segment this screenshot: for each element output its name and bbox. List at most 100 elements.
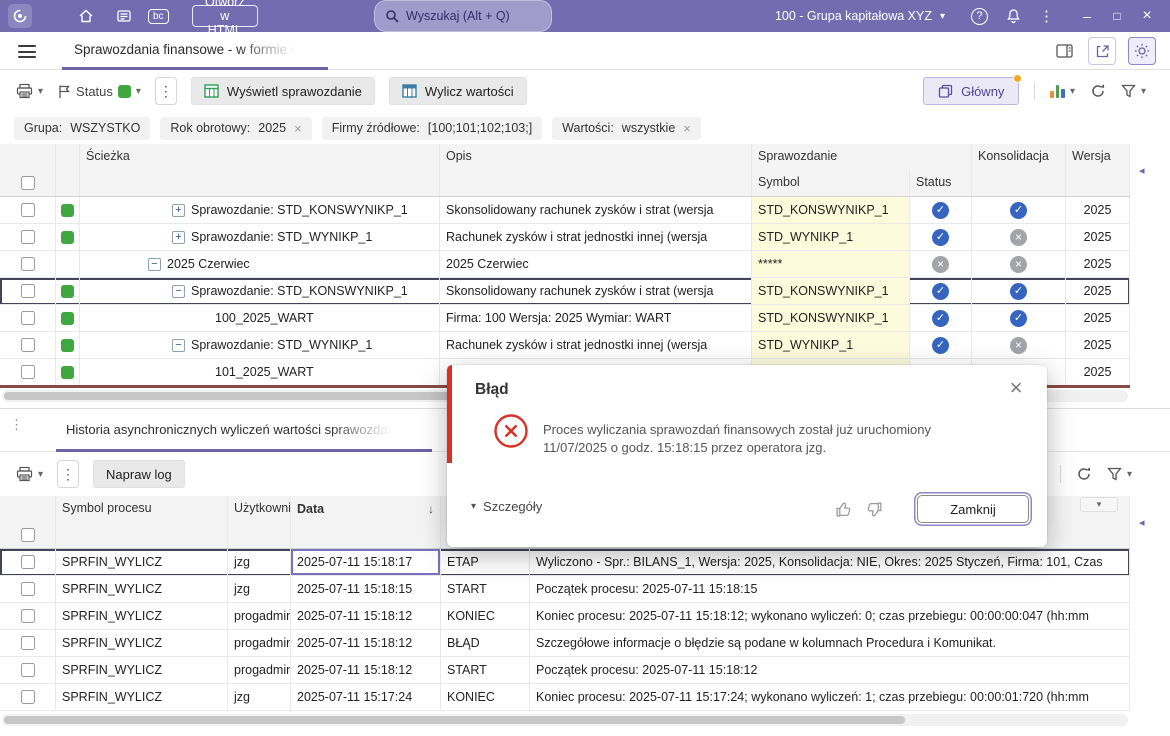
- filter-chip-firmy-zrodlowe[interactable]: Firmy źródłowe: [100;101;102;103;]: [321, 116, 543, 140]
- notifications-bell-icon[interactable]: [1006, 8, 1021, 24]
- tree-expander-icon[interactable]: [172, 284, 185, 298]
- bc-module-icon[interactable]: bc: [148, 8, 169, 24]
- main-view-button[interactable]: Główny: [923, 74, 1023, 105]
- row-checkbox[interactable]: [20, 582, 35, 596]
- row-checkbox[interactable]: [20, 365, 35, 379]
- column-header-opis[interactable]: Opis: [440, 144, 752, 170]
- table-row[interactable]: Sprawozdanie: STD_WYNIKP_1 Rachunek zysk…: [0, 332, 1130, 359]
- chart-view-button[interactable]: ▾: [1050, 84, 1075, 98]
- row-checkbox[interactable]: [20, 663, 35, 677]
- column-header-sprawozdanie[interactable]: Sprawozdanie: [752, 144, 972, 170]
- log-row[interactable]: SPRFIN_WYLICZ progadmin 2025-07-11 15:18…: [0, 603, 1130, 630]
- window-minimize-button[interactable]: –: [1072, 0, 1102, 32]
- date-cell: 2025-07-11 15:18:17: [291, 549, 441, 576]
- layout-panel-icon[interactable]: [1052, 39, 1076, 63]
- tab-sprawozdania-finansowe[interactable]: Sprawozdania finansowe - w formie d: [62, 32, 328, 70]
- thumbs-down-icon[interactable]: [866, 501, 883, 521]
- window-close-button[interactable]: ×: [1132, 0, 1162, 32]
- row-checkbox[interactable]: [20, 284, 35, 298]
- print-button[interactable]: ▾: [16, 466, 43, 482]
- log-row[interactable]: SPRFIN_WYLICZ jzg 2025-07-11 15:18:15 ST…: [0, 576, 1130, 603]
- row-checkbox[interactable]: [20, 636, 35, 650]
- window-maximize-button[interactable]: □: [1102, 0, 1132, 32]
- log-row[interactable]: SPRFIN_WYLICZ progadmin 2025-07-11 15:18…: [0, 630, 1130, 657]
- tree-expander-icon[interactable]: [172, 230, 185, 244]
- remove-filter-icon[interactable]: ×: [294, 121, 302, 136]
- select-all-checkbox[interactable]: [20, 176, 35, 190]
- show-report-button[interactable]: Wyświetl sprawozdanie: [190, 77, 375, 105]
- copy-squares-icon: [938, 84, 953, 98]
- filter-chip-rok-obrotowy[interactable]: Rok obrotowy: 2025 ×: [160, 116, 312, 140]
- search-input[interactable]: Wyszukaj (Alt + Q): [374, 0, 552, 32]
- row-checkbox[interactable]: [20, 230, 35, 244]
- filter-chip-grupa[interactable]: Grupa: WSZYSTKO: [14, 116, 151, 140]
- dialog-close-icon[interactable]: ×: [1003, 375, 1029, 401]
- row-checkbox[interactable]: [20, 257, 35, 271]
- process-cell: SPRFIN_WYLICZ: [56, 576, 228, 603]
- row-checkbox[interactable]: [20, 311, 35, 325]
- share-icon[interactable]: [1088, 37, 1116, 65]
- tree-expander-icon[interactable]: [172, 203, 185, 217]
- collapse-panel-left-icon[interactable]: ◂: [1139, 516, 1145, 529]
- table-row[interactable]: Sprawozdanie: STD_KONSWYNIKP_1 Skonsolid…: [0, 278, 1130, 305]
- log-row[interactable]: SPRFIN_WYLICZ progadmin 2025-07-11 15:18…: [0, 657, 1130, 684]
- column-header-sciezka[interactable]: Ścieżka: [80, 144, 440, 170]
- more-actions-kebab[interactable]: ⋮: [154, 77, 177, 105]
- details-expander[interactable]: ▾ Szczegóły: [471, 499, 542, 514]
- drag-handle-icon[interactable]: ⋮: [10, 418, 23, 431]
- log-row[interactable]: SPRFIN_WYLICZ jzg 2025-07-11 15:18:17 ET…: [0, 549, 1130, 576]
- dialog-close-button[interactable]: Zamknij: [917, 495, 1029, 523]
- company-selector[interactable]: 100 - Grupa kapitałowa XYZ ▾: [775, 9, 945, 23]
- row-checkbox[interactable]: [20, 338, 35, 352]
- row-checkbox[interactable]: [20, 203, 35, 217]
- calculate-values-button[interactable]: Wylicz wartości: [388, 77, 527, 105]
- open-in-html-button[interactable]: Otwórz w HTML: [192, 0, 258, 37]
- log-grid-horizontal-scrollbar[interactable]: [2, 714, 1128, 726]
- collapse-panel-button[interactable]: ▾: [1080, 497, 1118, 512]
- app-logo-icon[interactable]: [8, 4, 32, 28]
- thumbs-up-icon[interactable]: [835, 501, 852, 521]
- tree-expander-icon[interactable]: [172, 338, 185, 352]
- more-actions-kebab[interactable]: ⋮: [57, 460, 80, 488]
- row-checkbox[interactable]: [20, 609, 35, 623]
- tree-expander-icon[interactable]: [148, 257, 161, 271]
- row-checkbox[interactable]: [20, 690, 35, 704]
- grid-settings-button[interactable]: ▾: [1121, 84, 1146, 98]
- remove-filter-icon[interactable]: ×: [683, 121, 691, 136]
- column-header-wersja[interactable]: Wersja: [1066, 144, 1130, 170]
- column-header-uzytkownik[interactable]: Użytkownik: [228, 496, 291, 522]
- filter-bar: Grupa: WSZYSTKO Rok obrotowy: 2025 × Fir…: [0, 112, 1170, 144]
- tab-historia-wyliczen[interactable]: Historia asynchronicznych wyliczeń warto…: [56, 409, 432, 452]
- stage-cell: ETAP: [441, 549, 530, 576]
- help-icon[interactable]: ?: [971, 7, 988, 25]
- select-all-checkbox[interactable]: [20, 528, 35, 542]
- status-icon: [932, 228, 949, 246]
- refresh-button[interactable]: [1090, 83, 1106, 99]
- refresh-button[interactable]: [1076, 466, 1092, 482]
- column-header-konsolidacja[interactable]: Konsolidacja: [972, 144, 1066, 170]
- process-cell: SPRFIN_WYLICZ: [56, 684, 228, 711]
- column-header-symbol[interactable]: Symbol: [752, 170, 910, 196]
- main-view-label: Główny: [961, 83, 1005, 99]
- table-row[interactable]: 100_2025_WART Firma: 100 Wersja: 2025 Wy…: [0, 305, 1130, 332]
- table-row[interactable]: Sprawozdanie: STD_WYNIKP_1 Rachunek zysk…: [0, 224, 1130, 251]
- print-button[interactable]: ▾: [16, 83, 43, 99]
- home-icon[interactable]: [74, 4, 98, 28]
- fix-log-button[interactable]: Napraw log: [93, 460, 185, 488]
- status-filter-button[interactable]: Status ▾: [57, 84, 141, 99]
- hamburger-menu-icon[interactable]: [18, 45, 36, 62]
- process-cell: SPRFIN_WYLICZ: [56, 603, 228, 630]
- table-row[interactable]: Sprawozdanie: STD_KONSWYNIKP_1 Skonsolid…: [0, 197, 1130, 224]
- news-icon[interactable]: [112, 4, 136, 28]
- filter-chip-wartosci[interactable]: Wartości: wszystkie ×: [552, 116, 701, 140]
- kebab-menu-icon[interactable]: ⋮: [1039, 7, 1054, 25]
- collapse-panel-left-icon[interactable]: ◂: [1139, 164, 1145, 177]
- column-header-data[interactable]: Data ↓: [291, 496, 441, 522]
- table-row[interactable]: 2025 Czerwiec 2025 Czerwiec ***** 2025: [0, 251, 1130, 278]
- column-header-symbol-procesu[interactable]: Symbol procesu: [56, 496, 228, 522]
- grid-settings-button[interactable]: ▾: [1107, 467, 1132, 481]
- theme-sun-icon[interactable]: [1128, 37, 1156, 65]
- row-checkbox[interactable]: [20, 555, 35, 569]
- column-header-status[interactable]: Status: [910, 170, 972, 196]
- log-row[interactable]: SPRFIN_WYLICZ jzg 2025-07-11 15:17:24 KO…: [0, 684, 1130, 711]
